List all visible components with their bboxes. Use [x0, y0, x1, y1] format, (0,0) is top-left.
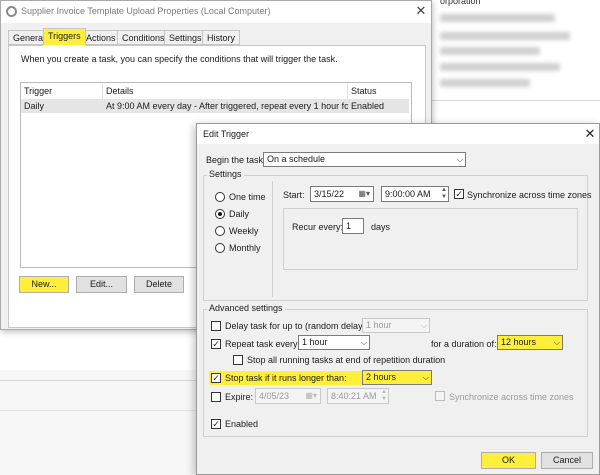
- radio-monthly[interactable]: [215, 243, 225, 253]
- edit-trigger-dialog: Edit Trigger ✕ Begin the task: On a sche…: [196, 123, 600, 475]
- close-icon[interactable]: ✕: [582, 126, 598, 142]
- duration-dropdown[interactable]: 12 hours ⌵: [497, 335, 563, 350]
- new-trigger-button[interactable]: New...: [19, 276, 69, 293]
- calendar-dropdown-icon[interactable]: ▦▾: [305, 389, 317, 403]
- stop-running-tasks-checkbox[interactable]: [233, 355, 243, 365]
- chevron-down-icon: ⌵: [422, 373, 429, 382]
- duration-value: 12 hours: [501, 337, 537, 347]
- begin-task-label: Begin the task:: [206, 155, 266, 165]
- tab-triggers[interactable]: Triggers: [43, 28, 86, 46]
- edit-trigger-button[interactable]: Edit...: [76, 276, 127, 293]
- recurrence-group: [283, 208, 578, 270]
- column-header-trigger[interactable]: Trigger: [21, 83, 103, 99]
- calendar-dropdown-icon[interactable]: ▦▾: [358, 187, 370, 201]
- radio-weekly[interactable]: [215, 226, 225, 236]
- expire-date-value: 4/05/23: [259, 391, 290, 401]
- title-bar: Supplier Invoice Template Upload Propert…: [1, 1, 431, 23]
- settings-separator: [272, 181, 273, 297]
- radio-daily[interactable]: [215, 209, 225, 219]
- radio-monthly-label: Monthly: [229, 243, 261, 253]
- radio-weekly-label: Weekly: [229, 226, 259, 236]
- start-label: Start:: [283, 190, 305, 200]
- column-header-status[interactable]: Status: [348, 83, 409, 99]
- divider: [0, 380, 200, 381]
- column-header-details[interactable]: Details: [103, 83, 348, 99]
- expire-time-value: 8:40:21 AM: [331, 391, 377, 401]
- expire-sync-label: Synchronize across time zones: [449, 392, 574, 402]
- intro-text: When you create a task, you can specify …: [21, 54, 338, 64]
- chevron-down-icon: ⌵: [360, 338, 367, 347]
- sync-time-zones-checkbox[interactable]: ✓: [454, 189, 464, 199]
- background-panel: [0, 370, 200, 475]
- chevron-down-icon: ⌵: [420, 321, 427, 330]
- recur-unit-label: days: [371, 222, 391, 232]
- details-cell: At 9:00 AM every day - After triggered, …: [106, 101, 348, 111]
- dialog-title: Edit Trigger: [203, 129, 250, 139]
- blurred-text: [440, 47, 540, 55]
- expire-sync-checkbox[interactable]: [435, 391, 445, 401]
- expire-label: Expire:: [225, 392, 254, 402]
- blurred-text: [440, 14, 555, 22]
- ok-button[interactable]: OK: [481, 452, 536, 469]
- enabled-checkbox[interactable]: ✓: [211, 419, 221, 429]
- sync-time-zones-label: Synchronize across time zones: [467, 190, 592, 200]
- stop-task-longer-checkbox[interactable]: ✓: [211, 373, 221, 383]
- divider: [430, 100, 600, 101]
- cancel-button[interactable]: Cancel: [541, 452, 593, 469]
- start-time-value: 9:00:00 AM: [385, 189, 431, 199]
- divider: [0, 410, 200, 411]
- delay-task-checkbox[interactable]: [211, 321, 221, 331]
- duration-label: for a duration of:: [431, 339, 497, 349]
- delay-value: 1 hour: [366, 320, 392, 330]
- stop-task-longer-label: Stop task if it runs longer than:: [225, 373, 347, 383]
- recur-every-label: Recur every:: [292, 222, 344, 232]
- enabled-label: Enabled: [225, 419, 259, 429]
- tab-settings[interactable]: Settings: [164, 30, 207, 45]
- radio-selected-dot: [218, 212, 222, 216]
- stop-task-duration-value: 2 hours: [366, 372, 397, 382]
- time-spinner-icon[interactable]: ▲ ▼: [441, 187, 447, 201]
- background-company-text: orporation: [440, 0, 481, 6]
- chevron-down-icon: ⌵: [553, 338, 560, 347]
- radio-daily-label: Daily: [229, 209, 250, 219]
- status-cell: Enabled: [351, 101, 385, 111]
- close-icon[interactable]: ✕: [413, 3, 429, 19]
- begin-task-dropdown[interactable]: On a schedule ⌵: [263, 152, 466, 167]
- start-date-picker[interactable]: 3/15/22 ▦▾: [310, 186, 374, 202]
- repeat-interval-dropdown[interactable]: 1 hour ⌵: [298, 335, 370, 350]
- delete-trigger-button[interactable]: Delete: [134, 276, 184, 293]
- task-scheduler-icon: [6, 6, 17, 17]
- advanced-settings-label: Advanced settings: [207, 303, 285, 313]
- repeat-interval-value: 1 hour: [302, 337, 328, 347]
- repeat-task-checkbox[interactable]: ✓: [211, 339, 221, 349]
- blurred-text: [440, 79, 530, 87]
- start-time-field[interactable]: 9:00:00 AM ▲ ▼: [381, 186, 449, 202]
- time-spinner-icon[interactable]: ▲ ▼: [381, 389, 387, 403]
- stop-running-tasks-label: Stop all running tasks at end of repetit…: [247, 355, 446, 365]
- settings-group-label: Settings: [207, 169, 244, 179]
- title-bar: Edit Trigger ✕: [197, 124, 599, 144]
- stop-task-duration-dropdown[interactable]: 2 hours ⌵: [362, 370, 432, 385]
- expire-date-picker[interactable]: 4/05/23 ▦▾: [255, 388, 321, 404]
- delay-dropdown[interactable]: 1 hour ⌵: [362, 318, 430, 333]
- blurred-text: [440, 32, 570, 40]
- start-date-value: 3/15/22: [314, 189, 345, 199]
- tab-history[interactable]: History: [202, 30, 241, 45]
- begin-task-value: On a schedule: [267, 154, 326, 164]
- blurred-text: [440, 63, 560, 71]
- repeat-task-label: Repeat task every:: [225, 339, 301, 349]
- window-title: Supplier Invoice Template Upload Propert…: [21, 6, 271, 16]
- trigger-cell: Daily: [24, 101, 45, 111]
- delay-task-label: Delay task for up to (random delay):: [225, 321, 369, 331]
- tab-actions[interactable]: Actions: [81, 30, 121, 45]
- chevron-down-icon: ⌵: [456, 155, 463, 164]
- recur-every-input[interactable]: 1: [342, 218, 364, 234]
- tab-conditions[interactable]: Conditions: [117, 30, 170, 45]
- expire-time-field[interactable]: 8:40:21 AM ▲ ▼: [327, 388, 389, 404]
- radio-one-time-label: One time: [229, 192, 266, 202]
- expire-checkbox[interactable]: [211, 392, 221, 402]
- radio-one-time[interactable]: [215, 192, 225, 202]
